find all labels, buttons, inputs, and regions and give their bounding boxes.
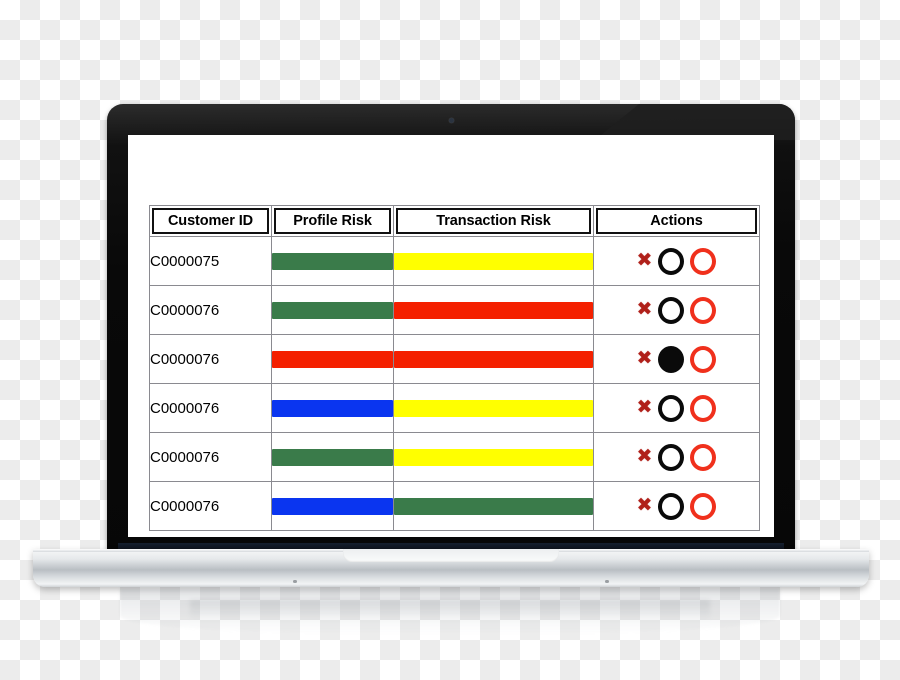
profile-risk-bar bbox=[272, 448, 393, 466]
cell-transaction-risk bbox=[393, 383, 594, 433]
cell-profile-risk bbox=[271, 285, 394, 335]
customer-risk-table: Customer ID Profile Risk Transaction Ris… bbox=[149, 205, 760, 531]
delete-x-icon[interactable]: ✖ bbox=[637, 299, 653, 319]
cell-transaction-risk bbox=[393, 481, 594, 531]
actions-group: ✖ bbox=[594, 345, 759, 373]
profile-risk-bar bbox=[272, 350, 393, 368]
cell-customer-id: C0000075 bbox=[149, 236, 272, 286]
black-circle-icon[interactable] bbox=[658, 443, 685, 471]
table-row[interactable]: C0000076 ✖ bbox=[149, 334, 760, 384]
table-body: C0000075 ✖ C0000076 ✖ C0000076 ✖ C0000076 ✖ C000… bbox=[149, 236, 760, 531]
risk-table-container: Customer ID Profile Risk Transaction Ris… bbox=[149, 205, 760, 531]
red-circle-icon[interactable] bbox=[690, 247, 717, 275]
transaction-risk-bar bbox=[394, 399, 593, 417]
delete-x-icon[interactable]: ✖ bbox=[637, 250, 653, 270]
laptop-screen: Customer ID Profile Risk Transaction Ris… bbox=[128, 135, 774, 537]
cell-profile-risk bbox=[271, 383, 394, 433]
red-circle-icon[interactable] bbox=[690, 492, 717, 520]
red-circle-icon[interactable] bbox=[690, 345, 717, 373]
base-foot-left bbox=[293, 580, 297, 583]
cell-customer-id: C0000076 bbox=[149, 334, 272, 384]
cell-profile-risk bbox=[271, 334, 394, 384]
cell-actions: ✖ bbox=[593, 481, 760, 531]
column-header-profile-risk-label: Profile Risk bbox=[274, 208, 391, 234]
red-circle-icon[interactable] bbox=[690, 394, 717, 422]
column-header-customer-id[interactable]: Customer ID bbox=[149, 205, 272, 237]
cell-actions: ✖ bbox=[593, 334, 760, 384]
laptop-base bbox=[33, 549, 869, 587]
cell-customer-id: C0000076 bbox=[149, 481, 272, 531]
delete-x-icon[interactable]: ✖ bbox=[637, 446, 653, 466]
black-circle-icon[interactable] bbox=[658, 394, 685, 422]
column-header-actions-label: Actions bbox=[596, 208, 757, 234]
delete-x-icon[interactable]: ✖ bbox=[637, 348, 653, 368]
cell-actions: ✖ bbox=[593, 285, 760, 335]
laptop-reflection-secondary bbox=[190, 600, 710, 620]
table-row[interactable]: C0000076 ✖ bbox=[149, 432, 760, 482]
delete-x-icon[interactable]: ✖ bbox=[637, 397, 653, 417]
transaction-risk-bar bbox=[394, 350, 593, 368]
cell-profile-risk bbox=[271, 481, 394, 531]
red-circle-icon[interactable] bbox=[690, 296, 717, 324]
cell-customer-id: C0000076 bbox=[149, 383, 272, 433]
cell-customer-id: C0000076 bbox=[149, 432, 272, 482]
column-header-transaction-risk-label: Transaction Risk bbox=[396, 208, 591, 234]
transaction-risk-bar bbox=[394, 497, 593, 515]
laptop-lid: Customer ID Profile Risk Transaction Ris… bbox=[107, 104, 795, 556]
transaction-risk-bar bbox=[394, 252, 593, 270]
screenshot-stage: Customer ID Profile Risk Transaction Ris… bbox=[0, 0, 900, 680]
cell-actions: ✖ bbox=[593, 236, 760, 286]
cell-profile-risk bbox=[271, 432, 394, 482]
table-row[interactable]: C0000076 ✖ bbox=[149, 285, 760, 335]
cell-transaction-risk bbox=[393, 432, 594, 482]
transaction-risk-bar bbox=[394, 448, 593, 466]
column-header-profile-risk[interactable]: Profile Risk bbox=[271, 205, 394, 237]
black-circle-icon[interactable] bbox=[658, 247, 685, 275]
column-header-customer-id-label: Customer ID bbox=[152, 208, 269, 234]
red-circle-icon[interactable] bbox=[690, 443, 717, 471]
actions-group: ✖ bbox=[594, 394, 759, 422]
column-header-transaction-risk[interactable]: Transaction Risk bbox=[393, 205, 594, 237]
black-circle-selected-icon[interactable] bbox=[658, 345, 685, 373]
actions-group: ✖ bbox=[594, 492, 759, 520]
column-header-actions[interactable]: Actions bbox=[593, 205, 760, 237]
profile-risk-bar bbox=[272, 497, 393, 515]
cell-actions: ✖ bbox=[593, 383, 760, 433]
base-foot-right bbox=[605, 580, 609, 583]
cell-transaction-risk bbox=[393, 236, 594, 286]
actions-group: ✖ bbox=[594, 443, 759, 471]
cell-transaction-risk bbox=[393, 285, 594, 335]
profile-risk-bar bbox=[272, 399, 393, 417]
cell-profile-risk bbox=[271, 236, 394, 286]
black-circle-icon[interactable] bbox=[658, 296, 685, 324]
table-row[interactable]: C0000076 ✖ bbox=[149, 481, 760, 531]
base-notch bbox=[343, 549, 559, 562]
cell-customer-id: C0000076 bbox=[149, 285, 272, 335]
table-row[interactable]: C0000076 ✖ bbox=[149, 383, 760, 433]
cell-actions: ✖ bbox=[593, 432, 760, 482]
black-circle-icon[interactable] bbox=[658, 492, 685, 520]
delete-x-icon[interactable]: ✖ bbox=[637, 495, 653, 515]
cell-transaction-risk bbox=[393, 334, 594, 384]
webcam-icon bbox=[448, 118, 454, 123]
table-header: Customer ID Profile Risk Transaction Ris… bbox=[149, 205, 760, 237]
profile-risk-bar bbox=[272, 301, 393, 319]
actions-group: ✖ bbox=[594, 247, 759, 275]
actions-group: ✖ bbox=[594, 296, 759, 324]
transaction-risk-bar bbox=[394, 301, 593, 319]
table-header-row: Customer ID Profile Risk Transaction Ris… bbox=[149, 205, 760, 237]
profile-risk-bar bbox=[272, 252, 393, 270]
table-row[interactable]: C0000075 ✖ bbox=[149, 236, 760, 286]
